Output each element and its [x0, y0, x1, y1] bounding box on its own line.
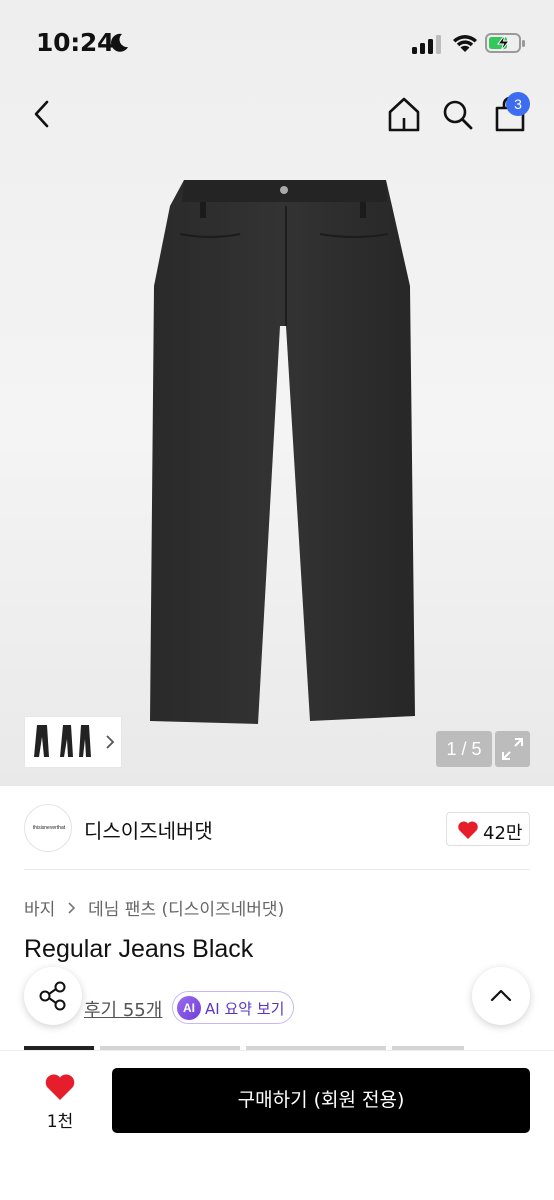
brand-like-count: 42만	[483, 823, 523, 844]
status-time: 10:24	[36, 28, 115, 57]
product-hero: 10:24 3 1 / 5	[0, 0, 554, 786]
wishlist-button[interactable]: 1천	[30, 1069, 90, 1133]
signal-icon	[412, 35, 441, 54]
buy-button[interactable]: 구매하기 (회원 전용)	[112, 1068, 530, 1133]
share-icon	[39, 981, 66, 1011]
divider	[24, 869, 530, 870]
heart-icon	[45, 1074, 75, 1100]
review-link[interactable]: 후기 55개	[84, 996, 162, 1022]
home-icon[interactable]	[384, 92, 424, 136]
wifi-icon	[453, 35, 477, 52]
chevron-right-icon	[68, 902, 75, 914]
product-image[interactable]	[140, 176, 430, 728]
status-bar: 10:24	[0, 0, 554, 88]
scroll-to-top-button[interactable]	[472, 967, 530, 1025]
thumbnail-image	[34, 725, 91, 757]
breadcrumb-item-subcategory[interactable]: 데님 팬츠 (디스이즈네버댓)	[88, 900, 284, 920]
thumbnail-strip[interactable]	[24, 716, 122, 768]
breadcrumb-item-category[interactable]: 바지	[24, 900, 55, 920]
bottom-action-bar: 1천 구매하기 (회원 전용)	[0, 1050, 554, 1200]
brand-name[interactable]: 디스이즈네버댓	[84, 815, 213, 844]
image-counter: 1 / 5	[436, 731, 492, 767]
expand-icon	[502, 738, 523, 760]
wishlist-count: 1천	[46, 1112, 74, 1132]
battery-charging-icon	[485, 33, 525, 53]
search-icon[interactable]	[438, 92, 478, 136]
breadcrumb: 바지 데님 팬츠 (디스이즈네버댓)	[24, 895, 290, 920]
back-icon[interactable]	[26, 94, 58, 134]
ai-badge: AI	[177, 996, 201, 1020]
product-title: Regular Jeans Black	[24, 935, 254, 963]
brand-like-button[interactable]: 42만	[446, 812, 530, 846]
brand-row: thisisneverthat 디스이즈네버댓 42만	[0, 800, 554, 856]
chevron-right-icon	[106, 735, 115, 749]
heart-icon	[458, 821, 478, 839]
moon-icon	[111, 33, 128, 52]
top-nav	[0, 88, 554, 138]
chevron-up-icon	[490, 989, 512, 1002]
brand-logo-text: thisisneverthat	[32, 825, 66, 831]
brand-logo[interactable]: thisisneverthat	[24, 804, 72, 852]
ai-summary-button[interactable]: AI AI 요약 보기	[172, 991, 294, 1024]
share-button[interactable]	[24, 967, 82, 1025]
expand-button[interactable]	[495, 731, 530, 767]
ai-summary-label: AI 요약 보기	[205, 1000, 285, 1018]
cart-count-badge: 3	[506, 92, 530, 116]
